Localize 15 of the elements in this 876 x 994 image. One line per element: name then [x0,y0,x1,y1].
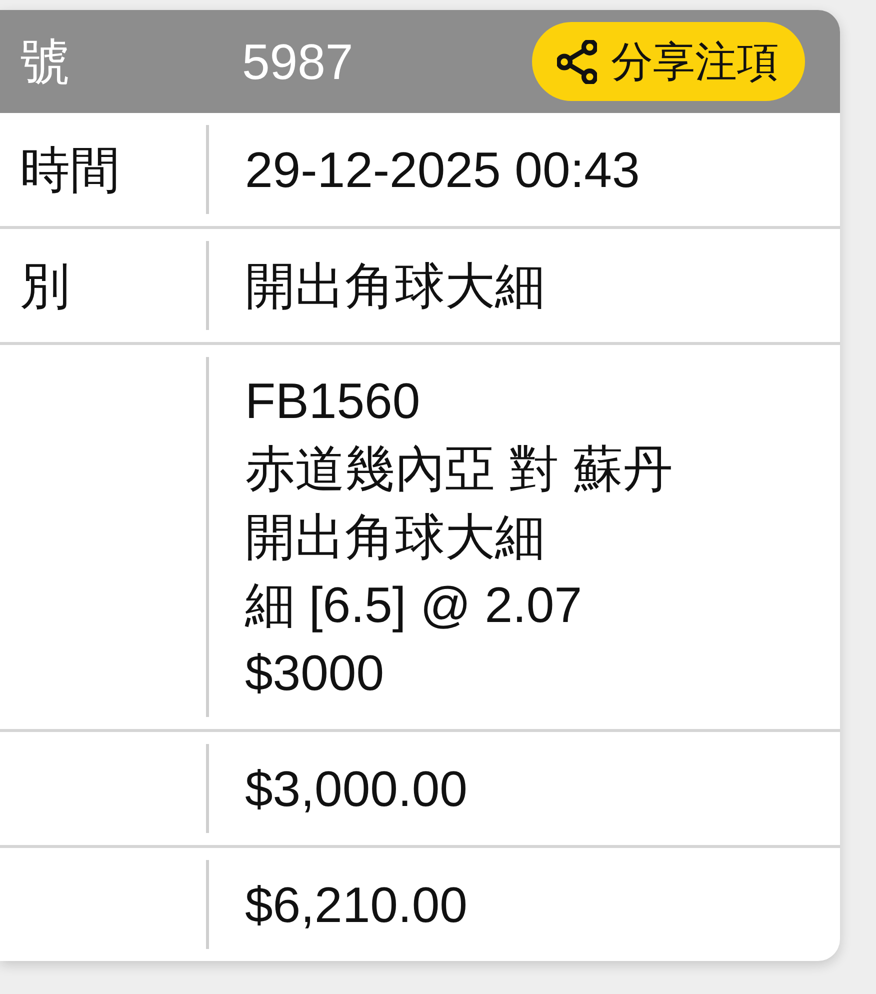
row-value: 29-12-2025 00:43 [245,140,640,200]
header-label: 號 [20,32,70,92]
row-label: 別 [20,256,70,316]
share-button[interactable]: 分享注項 [532,22,805,101]
row-value: $6,210.00 [245,876,468,934]
bet-number: 5987 [242,32,354,92]
row-value: 開出角球大細 [245,256,545,316]
row-value: FB1560 [245,372,420,431]
row-value: 赤道幾內亞 對 蘇丹 [245,440,673,499]
row-value: 開出角球大細 [245,508,545,567]
row-label: 時間 [20,140,120,200]
share-icon [557,40,597,84]
row-value: 細 [6.5] @ 2.07 [245,576,582,635]
row-value: $3,000.00 [245,760,468,818]
row-value: $3000 [245,644,384,703]
